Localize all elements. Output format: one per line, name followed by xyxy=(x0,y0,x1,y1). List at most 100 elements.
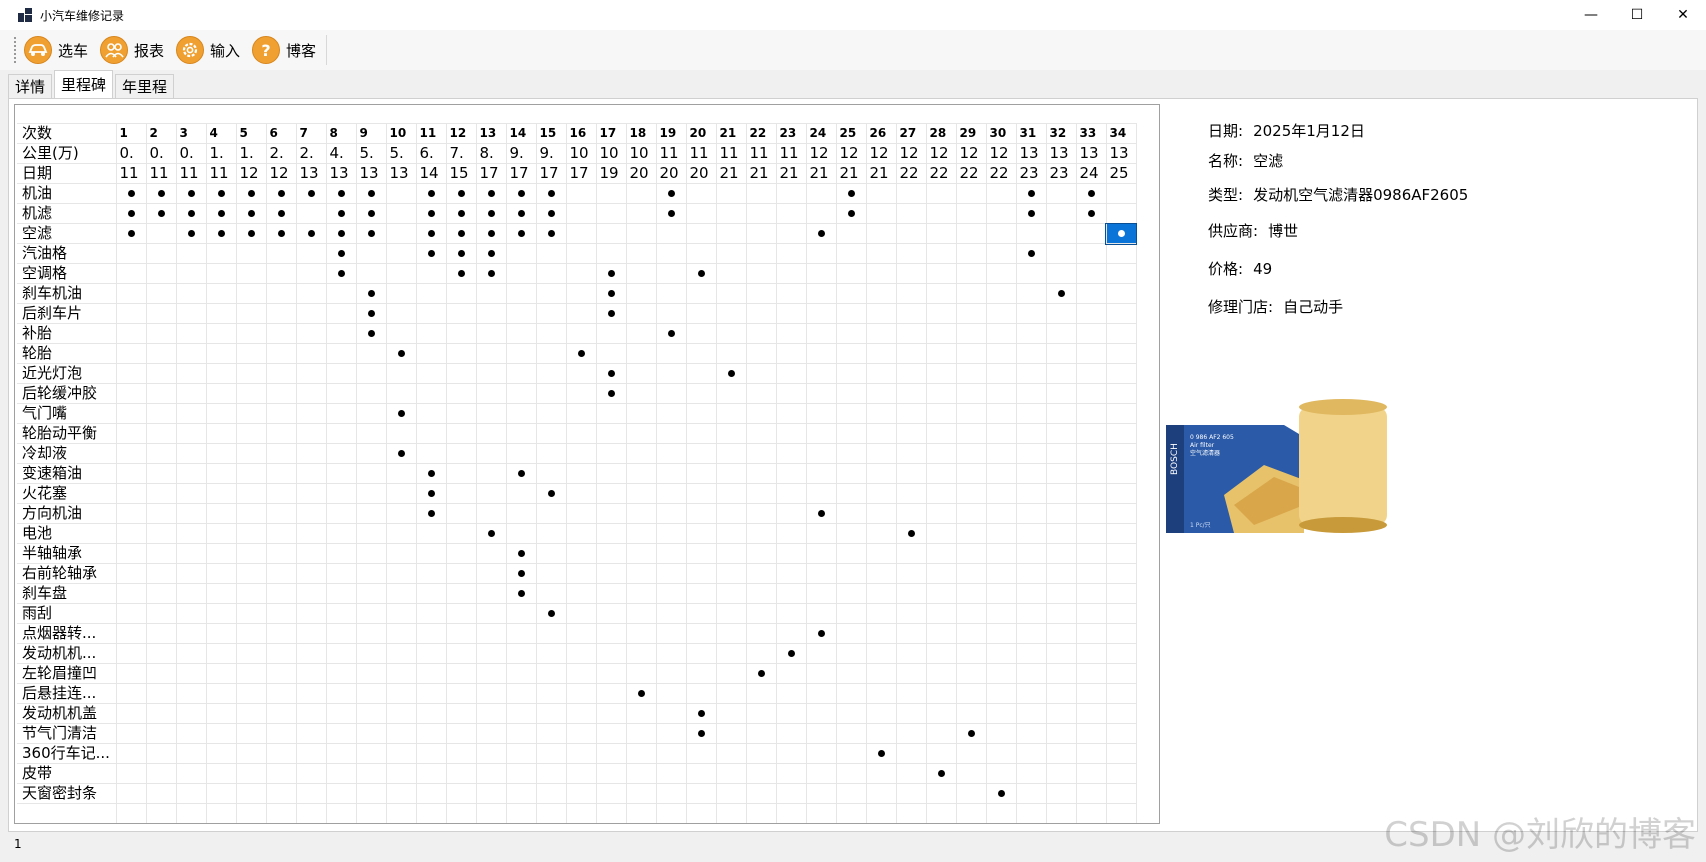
column-header-cell[interactable]: 13 xyxy=(355,163,387,184)
grid-cell[interactable] xyxy=(835,743,867,764)
grid-cell[interactable] xyxy=(1105,423,1137,444)
grid-cell[interactable] xyxy=(775,643,807,664)
grid-cell[interactable] xyxy=(1045,283,1077,304)
grid-cell[interactable] xyxy=(1015,763,1047,784)
column-header-cell[interactable]: 9 xyxy=(355,123,387,144)
grid-cell[interactable] xyxy=(805,763,837,784)
grid-cell[interactable] xyxy=(295,323,327,344)
grid-cell[interactable] xyxy=(475,243,507,264)
grid-cell[interactable] xyxy=(595,683,627,704)
grid-cell[interactable] xyxy=(895,283,927,304)
grid-cell[interactable] xyxy=(925,503,957,524)
grid-cell[interactable] xyxy=(385,563,417,584)
grid-cell[interactable] xyxy=(925,223,957,244)
grid-cell[interactable] xyxy=(685,263,717,284)
grid-cell[interactable] xyxy=(685,583,717,604)
grid-cell[interactable] xyxy=(115,583,147,604)
grid-cell[interactable] xyxy=(205,603,237,624)
grid-cell[interactable] xyxy=(505,643,537,664)
grid-cell[interactable] xyxy=(1015,463,1047,484)
grid-cell[interactable] xyxy=(205,643,237,664)
grid-cell[interactable] xyxy=(985,763,1017,784)
tab-annual-mileage[interactable]: 年里程 xyxy=(115,74,175,98)
grid-cell[interactable] xyxy=(655,403,687,424)
grid-cell[interactable] xyxy=(985,363,1017,384)
grid-cell[interactable] xyxy=(865,663,897,684)
grid-cell[interactable] xyxy=(175,203,207,224)
grid-cell[interactable] xyxy=(115,443,147,464)
grid-cell[interactable] xyxy=(235,463,267,484)
grid-cell[interactable] xyxy=(415,583,447,604)
grid-cell[interactable] xyxy=(265,623,297,644)
grid-cell[interactable] xyxy=(1075,463,1107,484)
grid-cell[interactable] xyxy=(505,283,537,304)
grid-cell[interactable] xyxy=(625,803,657,823)
grid-cell[interactable] xyxy=(295,523,327,544)
grid-cell[interactable] xyxy=(865,283,897,304)
grid-cell[interactable] xyxy=(925,283,957,304)
grid-cell[interactable] xyxy=(175,563,207,584)
grid-cell[interactable] xyxy=(685,183,717,204)
grid-cell[interactable] xyxy=(865,643,897,664)
grid-cell[interactable] xyxy=(265,463,297,484)
grid-cell[interactable] xyxy=(565,603,597,624)
grid-cell[interactable] xyxy=(355,343,387,364)
grid-cell[interactable] xyxy=(985,263,1017,284)
grid-cell[interactable] xyxy=(505,703,537,724)
grid-cell[interactable] xyxy=(625,343,657,364)
grid-cell[interactable] xyxy=(385,643,417,664)
grid-cell[interactable] xyxy=(355,463,387,484)
grid-cell[interactable] xyxy=(295,603,327,624)
grid-cell[interactable] xyxy=(835,663,867,684)
grid-cell[interactable] xyxy=(235,643,267,664)
grid-cell[interactable] xyxy=(925,543,957,564)
grid-cell[interactable] xyxy=(655,363,687,384)
grid-cell[interactable] xyxy=(715,463,747,484)
grid-cell[interactable] xyxy=(325,563,357,584)
grid-cell[interactable] xyxy=(686,824,716,825)
grid-cell[interactable] xyxy=(1015,703,1047,724)
grid-cell[interactable] xyxy=(715,383,747,404)
grid-cell[interactable] xyxy=(235,743,267,764)
grid-cell[interactable] xyxy=(625,503,657,524)
grid-cell[interactable] xyxy=(895,743,927,764)
grid-cell[interactable] xyxy=(955,683,987,704)
grid-cell[interactable] xyxy=(805,603,837,624)
grid-cell[interactable] xyxy=(475,423,507,444)
grid-cell[interactable] xyxy=(985,603,1017,624)
column-header-cell[interactable]: 11 xyxy=(115,163,147,184)
grid-cell[interactable] xyxy=(895,703,927,724)
grid-cell[interactable] xyxy=(505,243,537,264)
grid-cell[interactable] xyxy=(805,723,837,744)
column-header-cell[interactable]: 33 xyxy=(1075,123,1107,144)
grid-cell[interactable] xyxy=(655,303,687,324)
grid-cell[interactable] xyxy=(1045,323,1077,344)
grid-cell[interactable] xyxy=(265,323,297,344)
grid-cell[interactable] xyxy=(205,623,237,644)
grid-cell[interactable] xyxy=(835,643,867,664)
grid-cell[interactable] xyxy=(1015,503,1047,524)
grid-cell[interactable] xyxy=(955,483,987,504)
grid-cell[interactable] xyxy=(685,323,717,344)
grid-cell[interactable] xyxy=(986,824,1016,825)
grid-cell[interactable] xyxy=(265,223,297,244)
grid-cell[interactable] xyxy=(865,303,897,324)
grid-cell[interactable] xyxy=(745,263,777,284)
grid-cell[interactable] xyxy=(595,423,627,444)
grid-cell[interactable] xyxy=(1075,343,1107,364)
grid-cell[interactable] xyxy=(1105,443,1137,464)
grid-cell[interactable] xyxy=(415,243,447,264)
grid-cell[interactable] xyxy=(205,343,237,364)
grid-cell[interactable] xyxy=(355,323,387,344)
grid-cell[interactable] xyxy=(235,723,267,744)
grid-cell[interactable] xyxy=(955,403,987,424)
grid-cell[interactable] xyxy=(895,343,927,364)
grid-cell[interactable] xyxy=(176,824,206,825)
grid-cell[interactable] xyxy=(115,223,147,244)
grid-cell[interactable] xyxy=(805,223,837,244)
grid-cell[interactable] xyxy=(535,603,567,624)
grid-cell[interactable] xyxy=(955,463,987,484)
grid-cell[interactable] xyxy=(805,303,837,324)
grid-cell[interactable] xyxy=(895,443,927,464)
grid-cell[interactable] xyxy=(625,663,657,684)
